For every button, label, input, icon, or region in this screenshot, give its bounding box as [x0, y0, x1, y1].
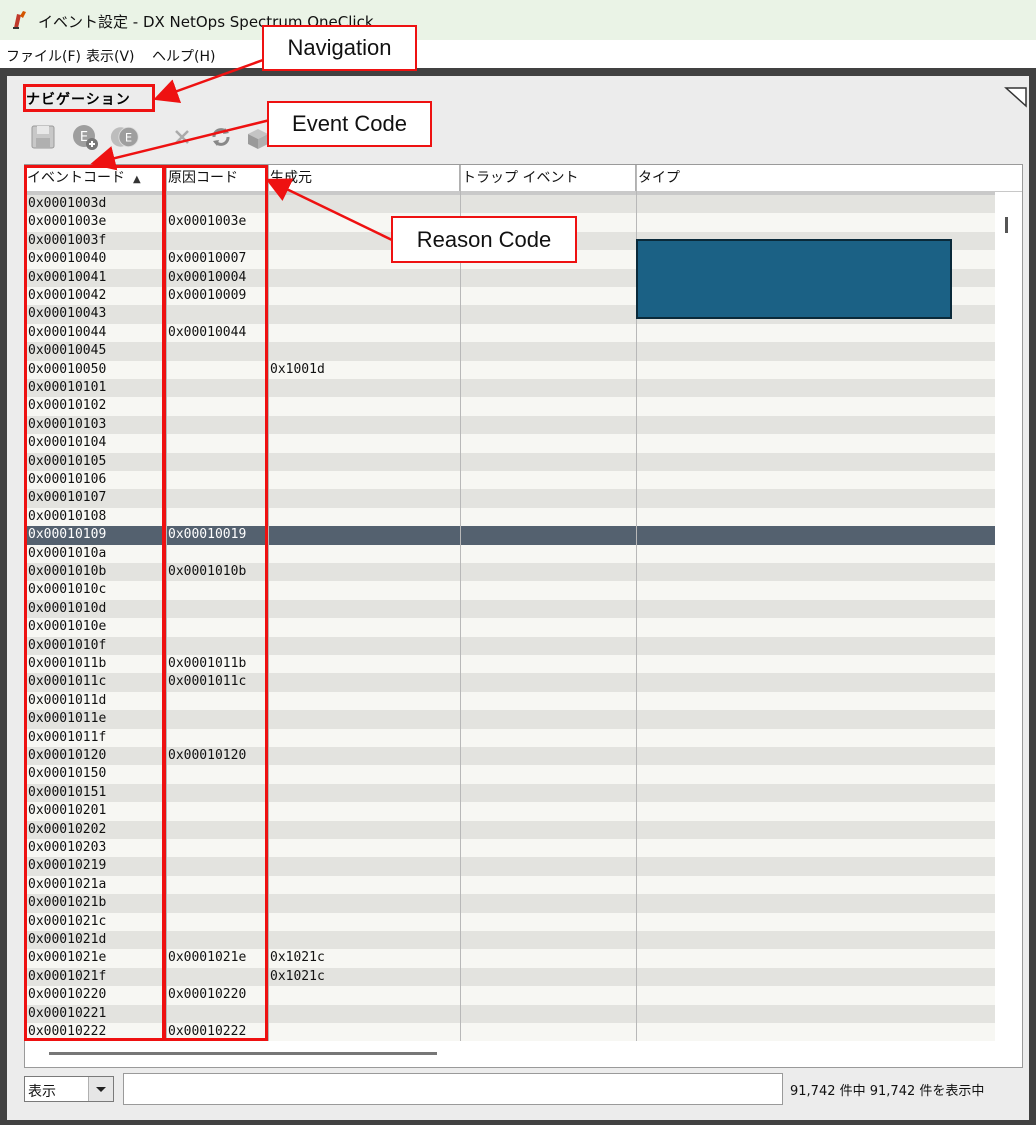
annotation-label-navigation: Navigation [262, 25, 417, 71]
annotation-label-reason-code: Reason Code [391, 216, 577, 263]
annotation-arrows [90, 58, 393, 242]
annotation-label-event-code: Event Code [267, 101, 432, 147]
